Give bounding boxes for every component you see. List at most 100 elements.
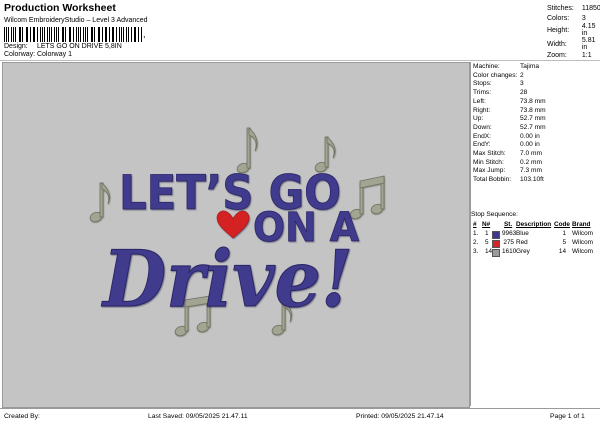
stat-row: Stitches:11850 [545, 4, 600, 14]
machine-info-label: Max Jump: [473, 166, 505, 175]
barcode-bar [128, 27, 129, 42]
machine-info-value: 7.3 mm [520, 166, 542, 175]
barcode-bar [135, 27, 136, 42]
machine-info-row: Right: 73.8 mm [471, 106, 599, 115]
machine-info-label: Left: [473, 97, 486, 106]
barcode-bar [113, 27, 114, 42]
machine-info-label: Color changes: [473, 71, 517, 80]
col-header-code: Code [554, 220, 570, 229]
machine-info-row: Max Stitch:7.0 mm [471, 149, 599, 158]
machine-info-row: Up:52.7 mm [471, 114, 599, 123]
machine-info-row: Stops: 3 [471, 79, 599, 88]
barcode-bar [58, 27, 59, 42]
stat-value: 11850 [576, 4, 600, 14]
barcode-bar [37, 27, 38, 42]
needle-number: 5 [485, 238, 489, 247]
barcode-bar [26, 27, 27, 42]
barcode-caption: , [143, 29, 146, 39]
machine-info-value: 3 [520, 79, 524, 88]
machine-info-value: Tajima [520, 62, 539, 71]
stitch-count: 9963 [502, 229, 514, 238]
machine-info-label: Min Stitch: [473, 158, 504, 167]
machine-info-label: EndX: [473, 132, 491, 141]
col-header-description: Description [516, 220, 551, 229]
machine-info-value: 73.8 mm [520, 97, 546, 106]
machine-info-value: 0.2 mm [520, 158, 542, 167]
barcode-bar [109, 27, 110, 42]
design-name: LETS GO ON DRIVE 5,8IN [37, 43, 122, 50]
barcode-bar [99, 27, 100, 42]
stitch-count: 1610 [502, 247, 514, 256]
col-header-brand: Brand [572, 220, 590, 229]
stat-label: Stitches: [545, 4, 576, 14]
stat-row: Height:4.15 in [545, 23, 600, 37]
barcode-bar [83, 27, 84, 42]
color-code: 14 [554, 247, 566, 256]
created-by: Created By: [4, 413, 40, 420]
barcode-bar [92, 27, 93, 42]
needle-number: 1 [485, 229, 489, 238]
thread-brand: Wilcom [572, 229, 593, 238]
color-code: 1 [554, 229, 566, 238]
machine-info-row: EndX:0.00 in [471, 132, 599, 141]
drive-script-text: Drive! [101, 234, 353, 325]
barcode-bar [102, 27, 103, 42]
page-number: Page 1 of 1 [550, 413, 585, 420]
machine-info-row: EndY:0.00 in [471, 140, 599, 149]
machine-info-value: 7.0 mm [520, 149, 542, 158]
stat-label: Colors: [545, 14, 576, 24]
machine-info-row: Machine: Tajima [471, 62, 599, 71]
thread-brand: Wilcom [572, 238, 593, 247]
barcode-bar [33, 27, 34, 42]
machine-info-label: Machine: [473, 62, 500, 71]
barcode-bar [22, 27, 23, 42]
barcode-bar [76, 27, 77, 42]
col-header-number: # [473, 220, 477, 229]
machine-info-row: Left: 73.8 mm [471, 97, 599, 106]
color-code: 5 [554, 238, 566, 247]
stop-sequence-row: 3.141610Grey14Wilcom [471, 247, 599, 256]
color-description: Red [516, 238, 528, 247]
colorway-name: Colorway 1 [37, 51, 72, 58]
machine-info-label: Stops: [473, 79, 492, 88]
design-row: Design: LETS GO ON DRIVE 5,8IN [4, 43, 122, 50]
barcode-bar [126, 27, 127, 42]
stop-sequence-header: # N# St. Description Code Brand [471, 220, 599, 229]
barcode-bar [11, 27, 12, 42]
machine-info-value: 0.00 in [520, 140, 540, 149]
design-stats: Stitches:11850 Colors:3 Height:4.15 in W… [545, 4, 600, 61]
machine-info-row: Down:52.7 mm [471, 123, 599, 132]
stat-value: 4.15 in [576, 23, 600, 37]
stat-row: Colors:3 [545, 14, 600, 24]
worksheet-title: Production Worksheet [4, 2, 116, 14]
machine-info-label: Right: [473, 106, 490, 115]
stop-number: 1. [473, 229, 478, 238]
stop-sequence-title: Stop Sequence: [471, 211, 599, 218]
machine-info-value: 2 [520, 71, 524, 80]
stat-value: 5.81 in [576, 37, 600, 51]
barcode-bar [47, 27, 48, 42]
machine-info-label: Trims: [473, 88, 491, 97]
color-description: Grey [516, 247, 530, 256]
stitch-count: 275 [502, 238, 514, 247]
machine-info-row: Min Stitch: 0.2 mm [471, 158, 599, 167]
machine-info-label: Total Bobbin: [473, 175, 511, 184]
printed-date: Printed: 09/05/2025 21.47.14 [356, 413, 444, 420]
colorway-label: Colorway: [4, 51, 35, 58]
barcode-bar [44, 27, 45, 42]
barcode-bar [4, 27, 5, 42]
col-header-stitches: St. [504, 220, 512, 229]
barcode-bar [85, 27, 86, 42]
machine-info-value: 73.8 mm [520, 106, 546, 115]
header-divider [0, 60, 600, 61]
machine-info-label: Down: [473, 123, 492, 132]
machine-info-row: Color changes:2 [471, 71, 599, 80]
stat-value: 3 [576, 14, 600, 24]
machine-info-panel: Stop Sequence: # N# St. Description Code… [470, 62, 599, 406]
barcode-bar [70, 27, 71, 42]
stat-row: Width:5.81 in [545, 37, 600, 51]
barcode-bar [15, 27, 16, 42]
barcode-bar [121, 27, 122, 42]
stop-sequence-row: 1.19963Blue1Wilcom [471, 229, 599, 238]
software-subtitle: Wilcom EmbroideryStudio – Level 3 Advanc… [4, 17, 148, 24]
